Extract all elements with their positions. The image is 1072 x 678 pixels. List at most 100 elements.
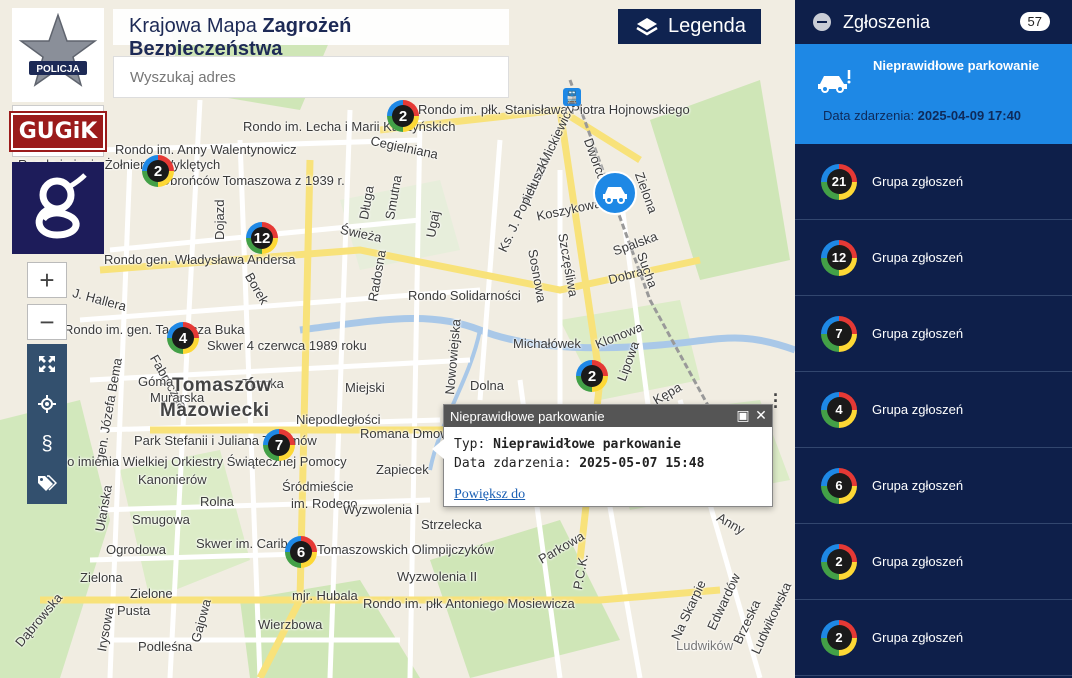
report-group-item[interactable]: 12 Grupa zgłoszeń [795,220,1072,296]
map-label: Zapiecek [376,462,429,477]
cluster-count: 2 [147,160,169,182]
map-label: Dojazd [212,199,227,240]
map-canvas[interactable]: Rondo im. płk. Stanisława Piotra Hojnows… [0,0,795,678]
close-icon[interactable]: ✕ [754,408,768,422]
legend-label: Legenda [668,15,746,37]
police-star-icon: POLICJA [18,13,98,87]
title-prefix: Krajowa Mapa [129,15,263,37]
section-sign-icon: § [41,432,53,455]
cluster-marker[interactable]: 4 [167,322,199,354]
popup-type-label: Typ: [454,437,494,452]
popup-type-value: Nieprawidłowe parkowanie [493,437,681,452]
group-label: Grupa zgłoszeń [872,554,964,569]
cluster-marker[interactable]: 2 [576,360,608,392]
group-cluster-icon: 2 [821,619,857,656]
map-label: Rondo imienia Wielkiej Orkiestry Świątec… [36,454,347,469]
crosshair-icon [38,395,56,413]
group-label: Grupa zgłoszeń [872,478,964,493]
map-label: Rondo im. Anny Walentynowicz [115,142,297,157]
map-label: Ludwików [676,638,734,653]
fullscreen-icon [39,356,55,372]
car-icon [603,187,627,204]
active-report-date-label: Data zdarzenia: [823,108,918,123]
panel-resize-handle-icon[interactable]: · · · [773,386,779,416]
report-group-item[interactable]: 7 Grupa zgłoszeń [795,296,1072,372]
report-group-item[interactable]: 2 Grupa zgłoszeń [795,524,1072,600]
parking-marker[interactable] [593,171,637,215]
parking-violation-icon [818,70,851,93]
police-logo-text: POLICJA [36,64,79,75]
cluster-marker[interactable]: 2 [387,100,419,132]
event-popup: Nieprawidłowe parkowanie ▣ ✕ Typ: Niepra… [432,404,773,507]
map-label: Rondo im. płk Antoniego Mosiewicza [363,596,575,611]
group-count: 7 [826,321,852,346]
cluster-marker[interactable]: 2 [142,155,174,187]
popup-date-label: Data zdarzenia: [454,456,580,471]
zoom-to-link[interactable]: Powiększ do [454,487,525,503]
group-label: Grupa zgłoszeń [872,630,964,645]
report-group-item[interactable]: 21 Grupa zgłoszeń [795,144,1072,220]
map-label: Wyzwolenia I [343,502,420,517]
map-label: Dolna [470,378,504,393]
map-label: Obrońców Tomaszowa z 1939 r. [160,173,345,188]
active-report-date-value: 2025-04-09 17:40 [917,108,1022,123]
map-label: Gómа [138,374,174,389]
fullscreen-button[interactable] [27,344,67,384]
map-label: Niepodległości [296,412,381,427]
map-label: Rondo im. Lecha i Marii Kaczyńskich [243,119,456,134]
zoom-out-button[interactable]: − [27,304,67,340]
panel-title: Zgłoszenia [843,11,931,32]
active-report-item[interactable]: Nieprawidłowe parkowanie Data zdarzenia:… [795,44,1072,144]
map-label: Rolna [200,494,234,509]
zoom-control: + − [27,262,67,340]
group-cluster-icon: 12 [821,239,857,276]
group-count: 2 [826,549,852,574]
legal-button[interactable]: § [27,424,67,464]
map-label: Wierzbowa [258,617,323,632]
tags-icon [38,475,57,491]
geoportal-logo [12,162,104,254]
group-count: 21 [826,169,852,194]
group-count: 2 [826,625,852,650]
cluster-marker[interactable]: 12 [246,222,278,254]
group-label: Grupa zgłoszeń [872,326,964,341]
map-label: Rondo im. płk. Stanisława Piotra Hojnows… [418,102,690,117]
popup-header: Nieprawidłowe parkowanie ▣ ✕ [444,405,772,427]
report-group-item[interactable]: 4 Grupa zgłoszeń [795,372,1072,448]
cluster-marker[interactable]: 6 [285,536,317,568]
tags-button[interactable] [27,464,67,504]
report-group-item[interactable]: 6 Grupa zgłoszeń [795,448,1072,524]
popup-date-value: 2025-05-07 15:48 [579,456,705,471]
cluster-count: 2 [392,105,414,127]
cluster-count: 4 [172,327,194,349]
collapse-icon[interactable] [813,13,831,31]
group-label: Grupa zgłoszeń [872,174,964,189]
map-label: Strzelecka [421,517,482,532]
map-toolbar: § [27,344,67,504]
panel-header: Zgłoszenia 57 [795,0,1072,44]
zoom-in-button[interactable]: + [27,262,67,298]
reports-count-badge: 57 [1019,12,1050,31]
gugik-logo-text: GUGiK [8,110,108,152]
map-label: Rondo Solidarności [408,288,521,303]
active-report-date: Data zdarzenia: 2025-04-09 17:40 [823,108,1021,123]
cluster-marker[interactable]: 7 [263,429,295,461]
address-search-input[interactable] [114,57,508,97]
popup-arrow [432,439,444,459]
gugik-logo: GUGiK [8,105,108,157]
map-label: Skwer 4 czerwca 1989 roku [207,338,367,353]
legend-button[interactable]: Legenda [618,9,761,44]
city-name: Mazowiecki [160,400,270,421]
group-cluster-icon: 7 [821,315,857,352]
map-label: Podleśna [138,639,193,654]
locate-button[interactable] [27,384,67,424]
map-label: Rondo im. gen. Tadeusza Buka [64,322,245,337]
map-label: Kanonierów [138,472,207,487]
report-group-item[interactable]: 2 Grupa zgłoszeń [795,600,1072,676]
map-label: Zielone [130,586,173,601]
map-label: Michałówek [513,336,581,351]
group-cluster-icon: 21 [821,163,857,200]
maximize-icon[interactable]: ▣ [736,408,750,422]
popup-title: Nieprawidłowe parkowanie [450,408,605,424]
map-label: Zielona [80,570,123,585]
